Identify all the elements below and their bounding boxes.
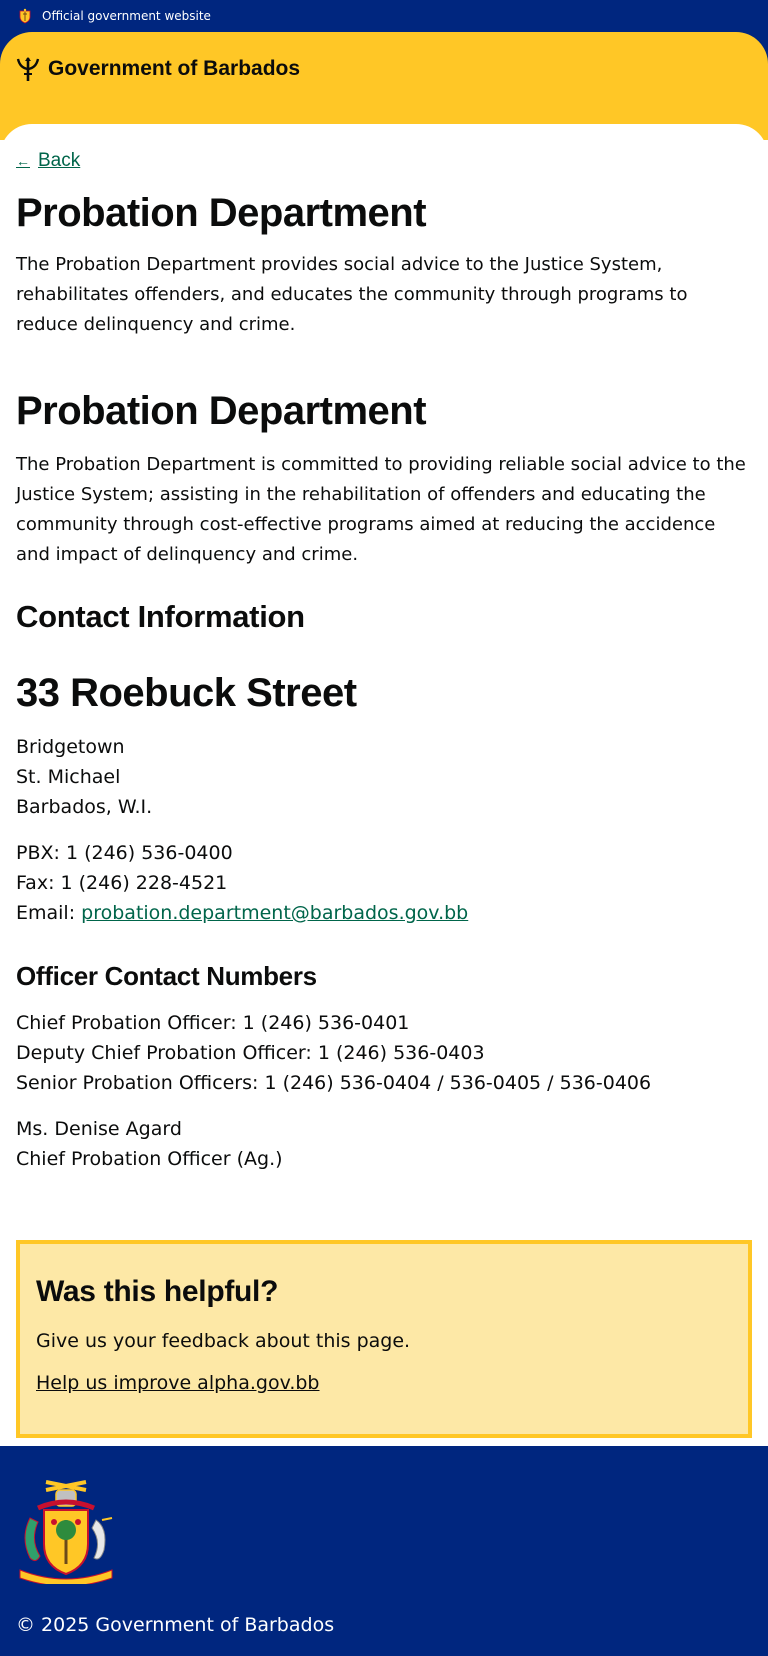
section-title: Probation Department [16, 389, 427, 433]
signatory-name: Ms. Denise Agard [16, 1118, 182, 1140]
address-line: St. Michael [16, 766, 121, 788]
contact-heading: Contact Information [16, 599, 305, 634]
email-label: Email: [16, 902, 82, 924]
signatory-block: Ms. Denise Agard Chief Probation Officer… [16, 1114, 752, 1174]
main-content: ← Back Probation Department The Probatio… [0, 124, 768, 1656]
email-link[interactable]: probation.department@barbados.gov.bb [81, 902, 468, 924]
officer-numbers: Chief Probation Officer: 1 (246) 536-040… [16, 1008, 752, 1098]
feedback-text: Give us your feedback about this page. [36, 1330, 411, 1352]
back-link[interactable]: ← Back [16, 150, 80, 172]
feedback-panel: Was this helpful? Give us your feedback … [16, 1240, 752, 1438]
email-row: Email: probation.department@barbados.gov… [16, 898, 752, 928]
site-footer: © 2025 Government of Barbados [0, 1446, 768, 1656]
officer-line: Deputy Chief Probation Officer: 1 (246) … [16, 1042, 485, 1064]
pbx-number: PBX: 1 (246) 536-0400 [16, 842, 233, 864]
signatory-title: Chief Probation Officer (Ag.) [16, 1148, 283, 1170]
coat-of-arms-icon [16, 7, 34, 25]
back-link-label: Back [38, 150, 81, 171]
officer-line: Chief Probation Officer: 1 (246) 536-040… [16, 1012, 410, 1034]
coat-of-arms-icon [16, 1478, 116, 1587]
page-title: Probation Department [16, 191, 427, 235]
address-line: Barbados, W.I. [16, 796, 153, 818]
footer-copyright: © 2025 Government of Barbados [16, 1614, 335, 1636]
site-brand-name: Government of Barbados [48, 57, 301, 80]
street-address: 33 Roebuck Street [16, 671, 357, 715]
back-arrow-icon: ← [16, 153, 30, 169]
officers-heading: Officer Contact Numbers [16, 961, 317, 991]
feedback-link[interactable]: Help us improve alpha.gov.bb [36, 1368, 320, 1398]
page-lead: The Probation Department provides social… [16, 254, 688, 335]
section-intro: The Probation Department is committed to… [16, 454, 746, 565]
official-banner: Official government website [0, 0, 768, 32]
officer-line: Senior Probation Officers: 1 (246) 536-0… [16, 1072, 652, 1094]
home-link[interactable]: Government of Barbados [16, 56, 300, 82]
phone-block: PBX: 1 (246) 536-0400 Fax: 1 (246) 228-4… [16, 838, 752, 928]
feedback-heading: Was this helpful? [36, 1275, 279, 1308]
trident-icon [16, 56, 40, 82]
address-line: Bridgetown [16, 736, 125, 758]
address-block: Bridgetown St. Michael Barbados, W.I. [16, 732, 752, 822]
fax-number: Fax: 1 (246) 228-4521 [16, 872, 228, 894]
official-banner-label: Official government website [42, 9, 211, 23]
